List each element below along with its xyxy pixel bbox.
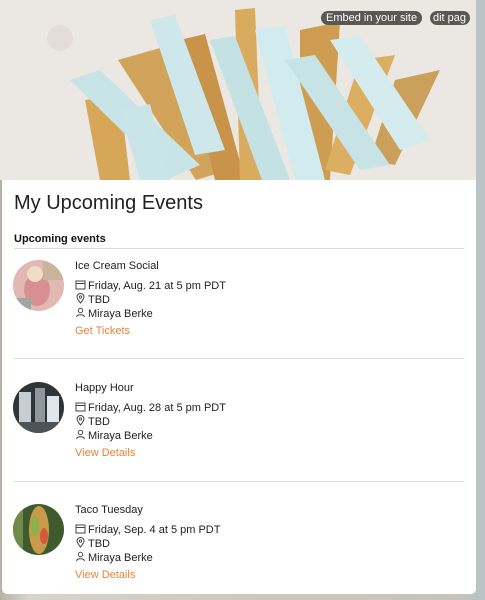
section-heading: Upcoming events — [14, 233, 106, 245]
event-location-row: TBD — [75, 293, 110, 306]
event-thumbnail[interactable] — [13, 382, 64, 433]
event-date: Friday, Aug. 21 at 5 pm PDT — [88, 280, 226, 292]
event-item: Taco Tuesday Friday, Sep. 4 at 5 pm PDT … — [2, 504, 476, 594]
event-host: Miraya Berke — [88, 552, 153, 564]
person-icon — [76, 429, 85, 440]
event-host: Miraya Berke — [88, 308, 153, 320]
event-host-row: Miraya Berke — [75, 307, 153, 320]
event-location: TBD — [88, 416, 110, 428]
events-card: My Upcoming Events Upcoming events Ice C… — [2, 180, 476, 594]
edit-page-button[interactable]: dit pag — [430, 11, 470, 25]
hero-image — [0, 0, 476, 180]
location-pin-icon — [76, 537, 85, 548]
event-date: Friday, Sep. 4 at 5 pm PDT — [88, 524, 221, 536]
event-item: Happy Hour Friday, Aug. 28 at 5 pm PDT T… — [2, 382, 476, 492]
event-thumbnail[interactable] — [13, 260, 64, 311]
event-location: TBD — [88, 538, 110, 550]
event-date-row: Friday, Aug. 28 at 5 pm PDT — [75, 401, 226, 414]
divider — [14, 358, 464, 359]
hero-banner: Embed in your site dit pag — [0, 0, 476, 180]
event-location-row: TBD — [75, 415, 110, 428]
view-details-link[interactable]: View Details — [75, 447, 135, 459]
embed-button[interactable]: Embed in your site — [321, 11, 423, 25]
event-name[interactable]: Ice Cream Social — [75, 260, 159, 272]
event-date: Friday, Aug. 28 at 5 pm PDT — [88, 402, 226, 414]
event-date-row: Friday, Aug. 21 at 5 pm PDT — [75, 279, 226, 292]
location-pin-icon — [76, 293, 85, 304]
divider — [14, 248, 464, 249]
event-name[interactable]: Taco Tuesday — [75, 504, 143, 516]
location-pin-icon — [76, 415, 85, 426]
event-thumbnail[interactable] — [13, 504, 64, 555]
event-name[interactable]: Happy Hour — [75, 382, 134, 394]
event-location: TBD — [88, 294, 110, 306]
calendar-icon — [75, 524, 86, 534]
event-host-row: Miraya Berke — [75, 551, 153, 564]
calendar-icon — [75, 402, 86, 412]
get-tickets-link[interactable]: Get Tickets — [75, 325, 130, 337]
event-item: Ice Cream Social Friday, Aug. 21 at 5 pm… — [2, 260, 476, 370]
page-title: My Upcoming Events — [14, 192, 203, 214]
person-icon — [76, 307, 85, 318]
view-details-link[interactable]: View Details — [75, 569, 135, 581]
event-date-row: Friday, Sep. 4 at 5 pm PDT — [75, 523, 220, 536]
divider — [14, 481, 464, 482]
person-icon — [76, 551, 85, 562]
event-host-row: Miraya Berke — [75, 429, 153, 442]
calendar-icon — [75, 280, 86, 290]
event-location-row: TBD — [75, 537, 110, 550]
event-host: Miraya Berke — [88, 430, 153, 442]
